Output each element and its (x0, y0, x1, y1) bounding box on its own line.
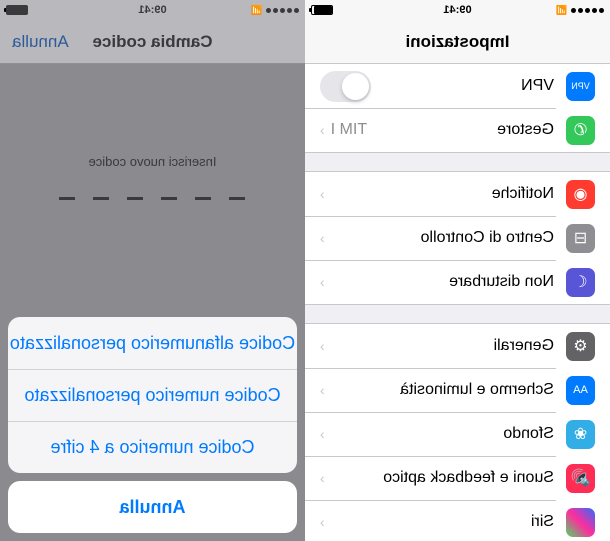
settings-row-vpn[interactable]: VPN VPN (305, 64, 610, 108)
passcode-nav-bar: Cambia codice Annulla (0, 20, 305, 64)
chevron-right-icon: › (320, 230, 325, 246)
settings-row-gestore[interactable]: ✆ GestoreTIM I › (305, 108, 610, 152)
display-icon: AA (566, 376, 595, 405)
settings-row-generali[interactable]: ⚙ Generali› (305, 324, 610, 368)
chevron-right-icon: › (320, 426, 325, 442)
passcode-prompt: Inserisci nuovo codice (89, 154, 217, 169)
action-sheet-option-1[interactable]: Codice numerico personalizzato (8, 369, 297, 421)
cancel-button[interactable]: Annulla (12, 32, 69, 52)
battery-icon (6, 5, 28, 15)
chevron-right-icon: › (320, 338, 325, 354)
status-time: 09:41 (0, 4, 305, 16)
row-label: Non disturbare (325, 273, 554, 291)
settings-row-notifiche[interactable]: ◉ Notifiche› (305, 172, 610, 216)
status-bar: 09:41 (0, 0, 305, 20)
chevron-right-icon: › (320, 470, 325, 486)
passcode-input[interactable] (60, 197, 246, 200)
row-label: VPN (371, 77, 554, 95)
passcode-body: Inserisci nuovo codice Opzioni codice Co… (0, 64, 305, 541)
row-label: Notifiche (325, 185, 554, 203)
row-label: Sfondo (325, 425, 554, 443)
settings-row-siri[interactable]: Siri› (305, 500, 610, 541)
sounds-icon: 🔊 (566, 464, 595, 493)
general-icon: ⚙ (566, 332, 595, 361)
action-sheet: Codice alfanumerico personalizzatoCodice… (8, 317, 297, 533)
notifications-icon: ◉ (566, 180, 595, 209)
chevron-right-icon: › (320, 186, 325, 202)
settings-list[interactable]: VPNVPN✆GestoreTIM I›◉Notifiche›⊟Centro d… (305, 64, 610, 541)
control-center-icon: ⊟ (566, 224, 595, 253)
settings-nav-bar: Impostazioni (305, 20, 610, 64)
action-sheet-cancel[interactable]: Annulla (8, 481, 297, 533)
carrier-icon: ✆ (566, 116, 595, 145)
status-time: 09:41 (305, 4, 610, 16)
settings-row-non-disturbare[interactable]: ☾ Non disturbare› (305, 260, 610, 304)
vpn-toggle[interactable] (320, 71, 371, 102)
row-label: Centro di Controllo (325, 229, 554, 247)
vpn-icon: VPN (566, 72, 595, 101)
settings-screen: 09:41 Impostazioni VPNVPN✆GestoreTIM I›◉… (305, 0, 610, 541)
row-label: Generali (325, 337, 554, 355)
row-detail: TIM I (331, 121, 367, 139)
status-bar: 09:41 (305, 0, 610, 20)
siri-icon (566, 508, 595, 537)
settings-title: Impostazioni (406, 32, 510, 52)
passcode-title: Cambia codice (93, 32, 213, 52)
settings-row-suoni-e-feedback-aptico[interactable]: 🔊 Suoni e feedback aptico› (305, 456, 610, 500)
row-label: Siri (325, 513, 554, 531)
passcode-screen: 09:41 Cambia codice Annulla Inserisci nu… (0, 0, 305, 541)
dnd-icon: ☾ (566, 268, 595, 297)
chevron-right-icon: › (320, 122, 325, 138)
wallpaper-icon: ❀ (566, 420, 595, 449)
chevron-right-icon: › (320, 274, 325, 290)
row-label: Gestore (367, 121, 554, 139)
row-label: Schermo e luminosità (325, 381, 554, 399)
settings-row-schermo-e-luminosità[interactable]: AA Schermo e luminosità› (305, 368, 610, 412)
chevron-right-icon: › (320, 382, 325, 398)
action-sheet-option-0[interactable]: Codice alfanumerico personalizzato (8, 317, 297, 369)
settings-row-centro-di-controllo[interactable]: ⊟ Centro di Controllo› (305, 216, 610, 260)
settings-row-sfondo[interactable]: ❀ Sfondo› (305, 412, 610, 456)
battery-icon (311, 5, 333, 15)
row-label: Suoni e feedback aptico (325, 469, 554, 487)
action-sheet-option-2[interactable]: Codice numerico a 4 cifre (8, 421, 297, 473)
chevron-right-icon: › (320, 514, 325, 530)
